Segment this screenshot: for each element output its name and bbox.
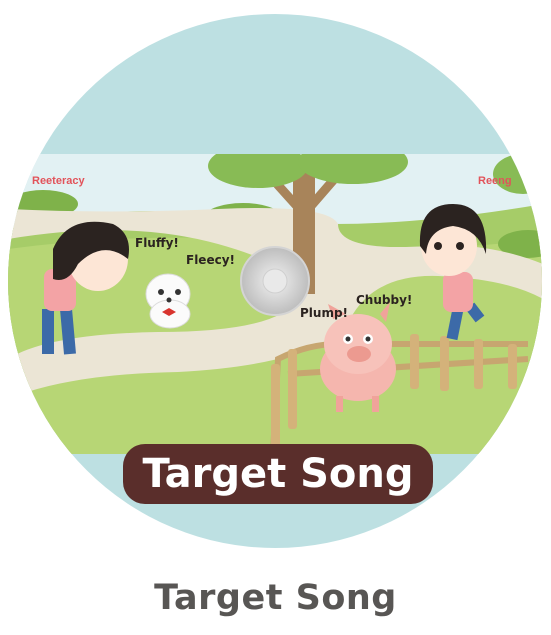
brand-logo-right: Reeng — [478, 175, 512, 187]
cd-disc[interactable]: Fluffy! Fleecy! Plump! Chubby! Reeteracy… — [8, 14, 543, 549]
cd-disc-artwork: Fluffy! Fleecy! Plump! Chubby! Reeteracy… — [8, 14, 542, 548]
disc-title: Target Song — [142, 451, 413, 497]
caption-title: Target Song — [154, 578, 397, 618]
dog-figure — [145, 273, 191, 329]
speech-pig-2: Chubby! — [356, 293, 412, 307]
speech-dog-1: Fluffy! — [135, 236, 179, 250]
brand-logo-left: Reeteracy — [32, 175, 85, 187]
speech-pig-1: Plump! — [300, 306, 348, 320]
speech-dog-2: Fleecy! — [186, 253, 235, 267]
